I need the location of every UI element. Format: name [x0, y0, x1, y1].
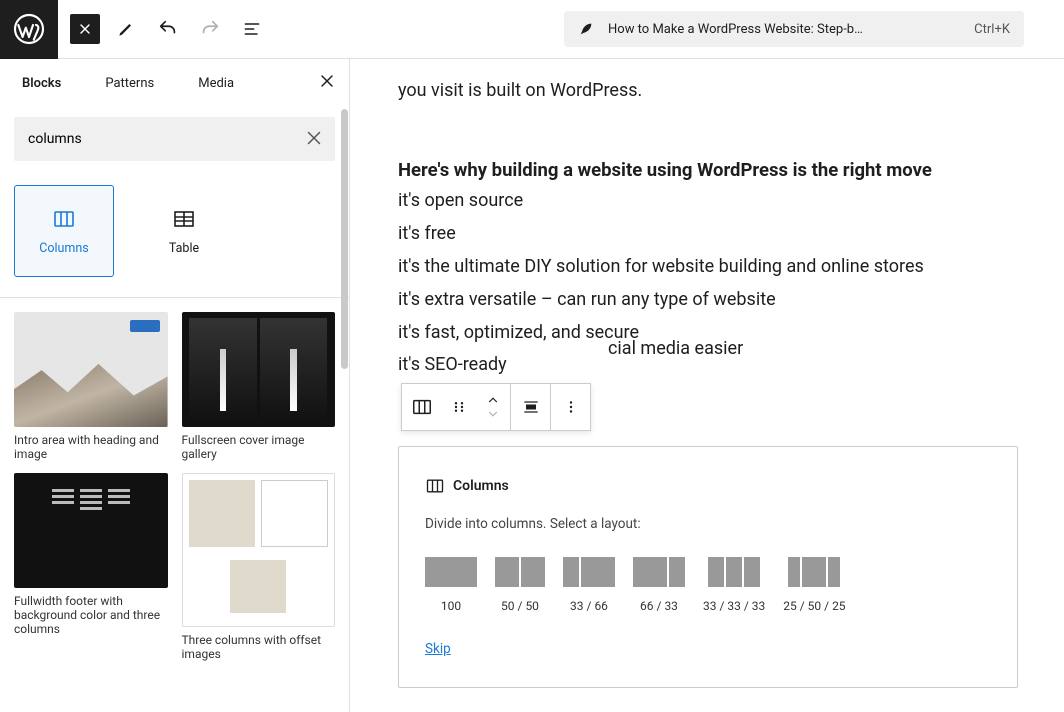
document-title-bar[interactable]: How to Make a WordPress Website: Step-b……	[564, 11, 1024, 47]
layout-option-3[interactable]: 66 / 33	[633, 557, 685, 616]
layout-label: 25 / 50 / 25	[783, 597, 845, 616]
heading-paragraph[interactable]: Here's why building a website using Word…	[398, 156, 1016, 186]
block-toolbar	[401, 383, 591, 431]
more-options-icon[interactable]	[550, 384, 590, 430]
editor-topbar: How to Make a WordPress Website: Step-b……	[0, 0, 1064, 59]
document-title: How to Make a WordPress Website: Step-b…	[608, 22, 863, 37]
block-table[interactable]: Table	[134, 185, 234, 277]
clear-search-icon[interactable]	[303, 127, 325, 149]
list-item[interactable]: it's open source	[398, 187, 1016, 216]
layout-option-0[interactable]: 100	[425, 557, 477, 616]
document-outline-icon[interactable]	[232, 9, 272, 49]
search-input[interactable]	[14, 117, 335, 161]
columns-icon	[425, 476, 445, 496]
layout-option-5[interactable]: 25 / 50 / 25	[783, 557, 845, 616]
columns-placeholder-card: Columns Divide into columns. Select a la…	[398, 446, 1018, 688]
move-arrows[interactable]	[476, 384, 510, 430]
block-columns-label: Columns	[39, 241, 89, 256]
skip-link[interactable]: Skip	[425, 641, 451, 657]
pattern-label: Intro area with heading and image	[14, 433, 159, 461]
layout-option-1[interactable]: 50 / 50	[495, 557, 545, 616]
feather-icon	[578, 21, 594, 37]
layout-label: 100	[441, 597, 461, 616]
paragraph[interactable]: you visit is built on WordPress.	[398, 77, 1016, 106]
layout-label: 33 / 66	[570, 597, 608, 616]
wordpress-logo[interactable]	[0, 0, 58, 59]
close-inserter-button[interactable]	[70, 14, 100, 44]
edit-icon[interactable]	[106, 9, 146, 49]
pattern-fullscreen-cover[interactable]: Fullscreen cover image gallery	[182, 312, 336, 461]
block-table-label: Table	[169, 241, 199, 256]
pattern-label: Fullscreen cover image gallery	[182, 433, 305, 461]
layout-label: 66 / 33	[640, 597, 678, 616]
list-item[interactable]: it's the ultimate DIY solution for websi…	[398, 253, 1016, 282]
scrollbar-thumb[interactable]	[341, 109, 348, 369]
keyboard-shortcut: Ctrl+K	[974, 22, 1010, 37]
placeholder-description: Divide into columns. Select a layout:	[425, 514, 991, 536]
block-search	[14, 117, 335, 161]
partially-hidden-text[interactable]: cial media easier	[608, 335, 743, 364]
pattern-label: Fullwidth footer with background color a…	[14, 594, 160, 636]
layout-option-4[interactable]: 33 / 33 / 33	[703, 557, 765, 616]
tab-media[interactable]: Media	[176, 62, 256, 105]
align-icon[interactable]	[510, 384, 550, 430]
layout-label: 50 / 50	[501, 597, 539, 616]
placeholder-title: Columns	[453, 475, 509, 497]
pattern-fullwidth-footer[interactable]: Fullwidth footer with background color a…	[14, 473, 168, 661]
layout-label: 33 / 33 / 33	[703, 597, 765, 616]
list-item[interactable]: it's extra versatile – can run any type …	[398, 286, 1016, 315]
layout-options: 100 50 / 50 33 / 66 66 / 33 33 / 33 / 33 25 /…	[425, 557, 991, 616]
chevron-up-icon[interactable]	[486, 393, 500, 407]
pattern-intro-area[interactable]: Intro area with heading and image	[14, 312, 168, 461]
list-item[interactable]: it's free	[398, 220, 1016, 249]
inserter-tabs: Blocks Patterns Media	[0, 59, 349, 107]
layout-option-2[interactable]: 33 / 66	[563, 557, 615, 616]
redo-icon[interactable]	[190, 9, 230, 49]
pattern-three-columns-offset[interactable]: Three columns with offset images	[182, 473, 336, 661]
tab-patterns[interactable]: Patterns	[83, 62, 176, 105]
drag-handle-icon[interactable]	[442, 384, 476, 430]
tab-blocks[interactable]: Blocks	[0, 62, 83, 105]
pattern-label: Three columns with offset images	[182, 633, 322, 661]
undo-icon[interactable]	[148, 9, 188, 49]
block-type-icon[interactable]	[402, 384, 442, 430]
block-inserter-sidebar: Blocks Patterns Media Columns Table	[0, 59, 350, 712]
close-icon[interactable]	[317, 71, 337, 91]
block-columns[interactable]: Columns	[14, 185, 114, 277]
chevron-down-icon[interactable]	[486, 407, 500, 421]
